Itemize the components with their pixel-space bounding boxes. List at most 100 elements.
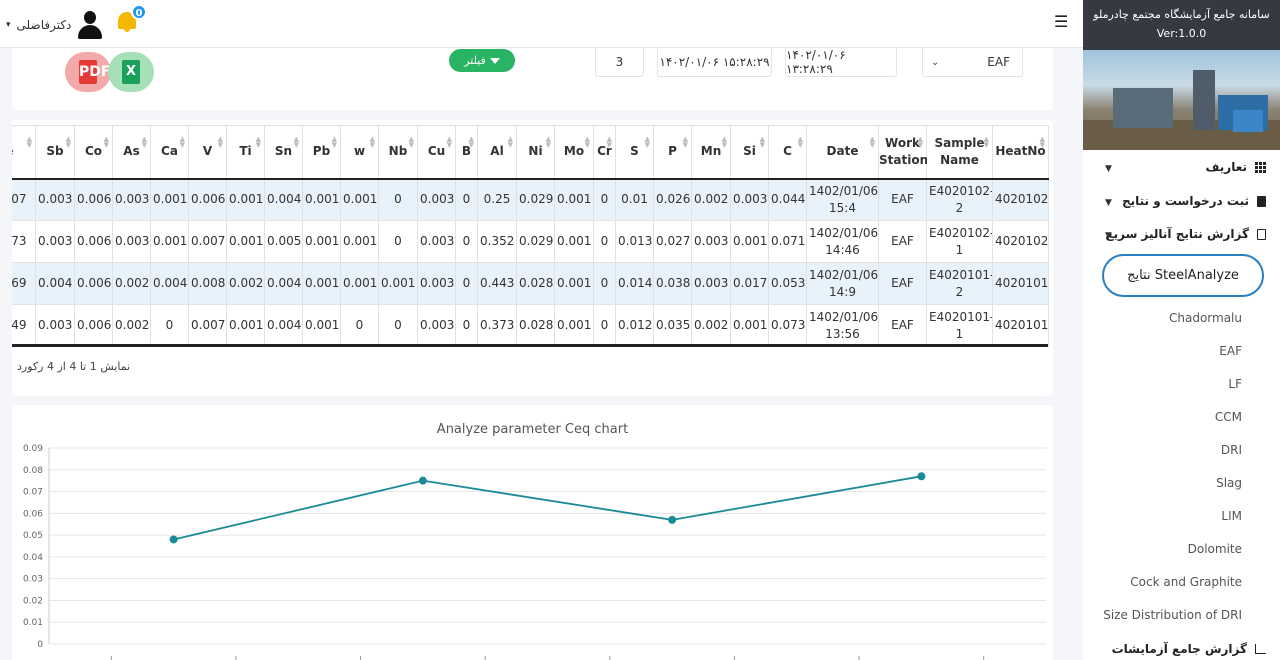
workstation-select[interactable]: ⌄ EAF <box>922 48 1023 77</box>
date-to-field[interactable]: ۱۴۰۲/۰۱/۰۶ ۱۵:۲۸:۲۹ <box>657 48 772 77</box>
table-row[interactable]: 99.6070.0030.0060.0030.0010.0060.0010.00… <box>12 178 1049 221</box>
sort-icon[interactable]: ▲ ▼ <box>798 136 803 149</box>
column-header[interactable]: Al ▲ ▼ <box>477 125 517 180</box>
hamburger-menu-icon[interactable]: ☰ <box>1054 12 1068 31</box>
column-header[interactable]: B ▲ ▼ <box>455 125 478 180</box>
sort-icon[interactable]: ▲ ▼ <box>722 136 727 149</box>
column-header[interactable]: Ni ▲ ▼ <box>516 125 555 180</box>
sort-icon[interactable]: ▲ ▼ <box>256 136 261 149</box>
user-menu-caret-icon[interactable]: ▾ <box>6 20 11 30</box>
table-cell: 0.044 <box>768 178 807 221</box>
column-header[interactable]: Co ▲ ▼ <box>74 125 113 180</box>
table-row[interactable]: 99.4490.0030.0060.00200.0070.0010.0040.0… <box>12 304 1049 347</box>
chevron-down-icon[interactable]: ▼ <box>1105 198 1112 208</box>
sidebar-subitem[interactable]: CCM <box>1215 410 1242 424</box>
column-header[interactable]: C ▲ ▼ <box>768 125 807 180</box>
sort-icon[interactable]: ▲ ▼ <box>469 136 474 149</box>
notification-bell-icon[interactable]: 0 <box>115 4 147 34</box>
column-header[interactable]: HeatNo ▲ ▼ <box>992 125 1049 180</box>
sort-icon[interactable]: ▲ ▼ <box>508 136 513 149</box>
column-header[interactable]: Mn ▲ ▼ <box>691 125 731 180</box>
data-point[interactable] <box>917 472 926 481</box>
sort-icon[interactable]: ▲ ▼ <box>66 136 71 149</box>
sidebar-subitem[interactable]: LIM <box>1221 509 1242 523</box>
user-name[interactable]: دکترفاضلی <box>17 18 72 32</box>
column-header[interactable]: S ▲ ▼ <box>615 125 654 180</box>
export-excel-button[interactable]: X <box>108 52 154 92</box>
sidebar-subitem[interactable]: LF <box>1228 377 1242 391</box>
sidebar-subitem[interactable]: Slag <box>1216 476 1242 490</box>
column-header[interactable]: Sample Name ▲ ▼ <box>926 125 993 180</box>
sort-icon[interactable]: ▲ ▼ <box>27 136 32 149</box>
column-header[interactable]: Pb ▲ ▼ <box>302 125 341 180</box>
user-menu[interactable]: ▾ دکترفاضلی <box>6 10 103 40</box>
sort-icon[interactable]: ▲ ▼ <box>332 136 337 149</box>
column-header[interactable]: Ti ▲ ▼ <box>226 125 265 180</box>
sort-icon[interactable]: ▲ ▼ <box>294 136 299 149</box>
sort-icon[interactable]: ▲ ▼ <box>218 136 223 149</box>
column-header[interactable]: Cu ▲ ▼ <box>417 125 456 180</box>
sort-icon[interactable]: ▲ ▼ <box>870 136 875 149</box>
sort-icon[interactable]: ▲ ▼ <box>645 136 650 149</box>
sort-icon[interactable]: ▲ ▼ <box>607 136 612 149</box>
sidebar-subitem[interactable]: EAF <box>1219 344 1242 358</box>
sort-icon[interactable]: ▲ ▼ <box>918 136 923 149</box>
data-point[interactable] <box>668 515 677 524</box>
user-avatar-icon[interactable] <box>77 10 103 40</box>
sort-icon[interactable]: ▲ ▼ <box>585 136 590 149</box>
sort-icon[interactable]: ▲ ▼ <box>760 136 765 149</box>
chevron-down-icon[interactable]: ▼ <box>1105 231 1112 241</box>
results-table-scroll-area[interactable]: Fe▲▼Sb▲▼Co▲▼As▲▼Ca▲▼V▲▼Ti▲▼Sn▲▼Pb▲▼w▲▼Nb… <box>12 125 1053 351</box>
sidebar-item-quick-analysis-report[interactable]: گزارش نتایج آنالیز سریع <box>1105 227 1266 241</box>
filter-button[interactable]: فیلتر <box>449 49 515 72</box>
column-header[interactable]: Work Station ▲ ▼ <box>878 125 928 180</box>
table-cell: E4020102-2 <box>926 178 993 221</box>
app-version: Ver:1.0.0 <box>1156 27 1207 40</box>
column-header[interactable]: Ca ▲ ▼ <box>150 125 189 180</box>
column-header[interactable]: Si ▲ ▼ <box>730 125 769 180</box>
count-field[interactable]: 3 <box>595 48 644 77</box>
data-point[interactable] <box>418 476 427 485</box>
column-header[interactable]: P ▲ ▼ <box>653 125 692 180</box>
column-header[interactable]: Cr ▲ ▼ <box>593 125 616 180</box>
column-header[interactable]: Date ▲ ▼ <box>806 125 879 180</box>
sidebar-subitem[interactable]: Dolomite <box>1188 542 1242 556</box>
sidebar-item-register-request[interactable]: ثبت درخواست و نتایج <box>1122 194 1266 208</box>
date-from-field[interactable]: ۱۴۰۲/۰۱/۰۶ ۱۳:۲۸:۲۹ <box>785 48 897 77</box>
sort-icon[interactable]: ▲ ▼ <box>370 136 375 149</box>
sort-icon[interactable]: ▲ ▼ <box>142 136 147 149</box>
column-header-label: Ca <box>161 144 178 159</box>
sort-icon[interactable]: ▲ ▼ <box>984 136 989 149</box>
sidebar-subitem[interactable]: DRI <box>1221 443 1242 457</box>
table-cell: 0.013 <box>615 220 654 263</box>
export-pdf-button[interactable]: PDF <box>65 52 111 92</box>
sidebar-subitem[interactable]: Size Distribution of DRI <box>1103 608 1242 622</box>
table-cell: 0.001 <box>150 220 189 263</box>
column-header[interactable]: Mo ▲ ▼ <box>554 125 594 180</box>
sidebar-subitem[interactable]: Chadormalu <box>1169 311 1242 325</box>
sort-icon[interactable]: ▲ ▼ <box>409 136 414 149</box>
column-header[interactable]: V ▲ ▼ <box>188 125 227 180</box>
sort-icon[interactable]: ▲ ▼ <box>180 136 185 149</box>
sort-icon[interactable]: ▲ ▼ <box>447 136 452 149</box>
column-header[interactable]: Sb ▲ ▼ <box>35 125 75 180</box>
sort-icon[interactable]: ▲ ▼ <box>546 136 551 149</box>
sort-icon[interactable]: ▲ ▼ <box>104 136 109 149</box>
column-header[interactable]: Nb ▲ ▼ <box>378 125 418 180</box>
sidebar-subitem[interactable]: Cock and Graphite <box>1130 575 1242 589</box>
chevron-down-icon[interactable]: ▼ <box>1105 164 1112 174</box>
data-point[interactable] <box>169 535 178 544</box>
column-header-label: Pb <box>312 144 331 159</box>
sort-icon[interactable]: ▲ ▼ <box>1040 136 1045 149</box>
table-row[interactable]: 99.3690.0040.0060.0020.0040.0080.0020.00… <box>12 262 1049 305</box>
column-header[interactable]: Fe ▲▼ <box>12 125 36 180</box>
sidebar-item-comprehensive-report[interactable]: گزارش جامع آزمایشات <box>1112 642 1266 656</box>
sort-icon[interactable]: ▲ ▼ <box>683 136 688 149</box>
column-header[interactable]: Sn ▲ ▼ <box>264 125 303 180</box>
sidebar-item-steelanalyze-results[interactable]: نتایج SteelAnalyze <box>1102 254 1264 297</box>
table-row[interactable]: 99.4730.0030.0060.0030.0010.0070.0010.00… <box>12 220 1049 263</box>
column-header[interactable]: As ▲ ▼ <box>112 125 151 180</box>
sidebar-item-definitions[interactable]: تعاریف <box>1206 160 1266 174</box>
column-header[interactable]: w ▲ ▼ <box>340 125 379 180</box>
document-icon <box>1257 228 1266 240</box>
